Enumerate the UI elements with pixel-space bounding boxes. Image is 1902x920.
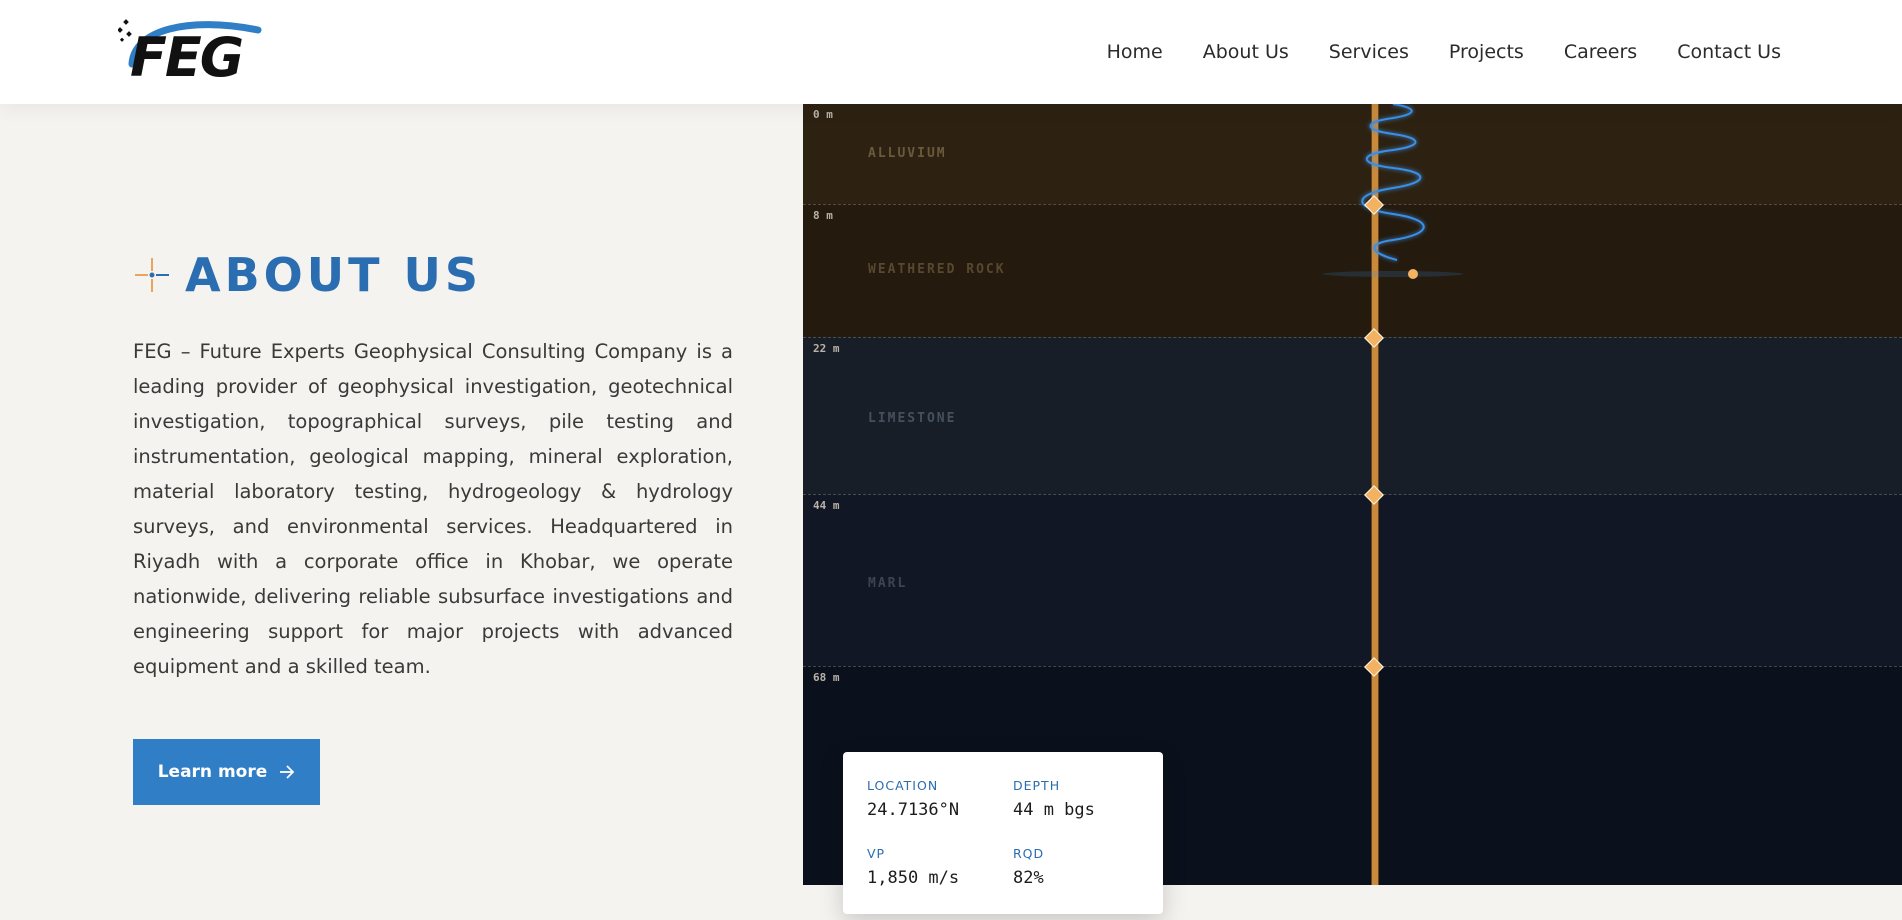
layer-label: MARL [868,576,908,591]
site-header: FEG Home About Us Services Projects Care… [0,0,1902,104]
nav-item-services[interactable]: Services [1329,41,1409,63]
about-paragraph: FEG – Future Experts Geophysical Consult… [133,340,733,678]
info-value: 44 m bgs [1013,800,1095,820]
page-title: ABOUT US [185,248,482,302]
info-value: 82% [1013,868,1044,888]
info-value: 24.7136°N [867,800,960,820]
depth-label: 68 m [813,671,840,684]
layer-limestone: 22 m LIMESTONE [803,337,1902,494]
info-rqd: RQD 82% [1013,846,1044,888]
layer-label: LIMESTONE [868,411,957,426]
layer-marl: 44 m MARL [803,494,1902,666]
depth-label: 0 m [813,108,833,121]
nav-item-about-us[interactable]: About Us [1203,41,1289,63]
depth-label: 8 m [813,209,833,222]
info-label: RQD [1013,846,1045,861]
info-label: VP [867,846,886,861]
info-label: DEPTH [1013,778,1061,793]
main-nav: Home About Us Services Projects Careers … [1107,0,1781,104]
layer-boundary [803,666,1902,667]
seismic-wave-icon [1323,104,1463,279]
feg-logo[interactable]: FEG [118,12,284,89]
about-heading: ABOUT US [133,248,482,302]
borehole-info-card: LOCATION 24.7136°N DEPTH 44 m bgs VP 1,8… [843,752,1163,914]
info-location: LOCATION 24.7136°N [867,778,959,820]
nav-item-contact-us[interactable]: Contact Us [1677,41,1781,63]
logo-wordmark: FEG [130,26,244,89]
learn-more-button[interactable]: Learn more [133,739,320,805]
nav-item-careers[interactable]: Careers [1564,41,1637,63]
nav-item-projects[interactable]: Projects [1449,41,1524,63]
depth-label: 22 m [813,342,840,355]
crosshair-icon [135,258,169,292]
info-vp: VP 1,850 m/s [867,846,959,888]
nav-item-home[interactable]: Home [1107,41,1163,63]
info-depth: DEPTH 44 m bgs [1013,778,1095,820]
layer-label: ALLUVIUM [868,146,947,161]
info-label: LOCATION [867,778,939,793]
info-value: 1,850 m/s [867,868,960,888]
learn-more-label: Learn more [157,762,268,782]
arrow-right-icon [280,765,295,779]
layer-label: WEATHERED ROCK [868,262,1006,277]
layer-boundary [803,337,1902,338]
layer-boundary [803,494,1902,495]
depth-label: 44 m [813,499,840,512]
